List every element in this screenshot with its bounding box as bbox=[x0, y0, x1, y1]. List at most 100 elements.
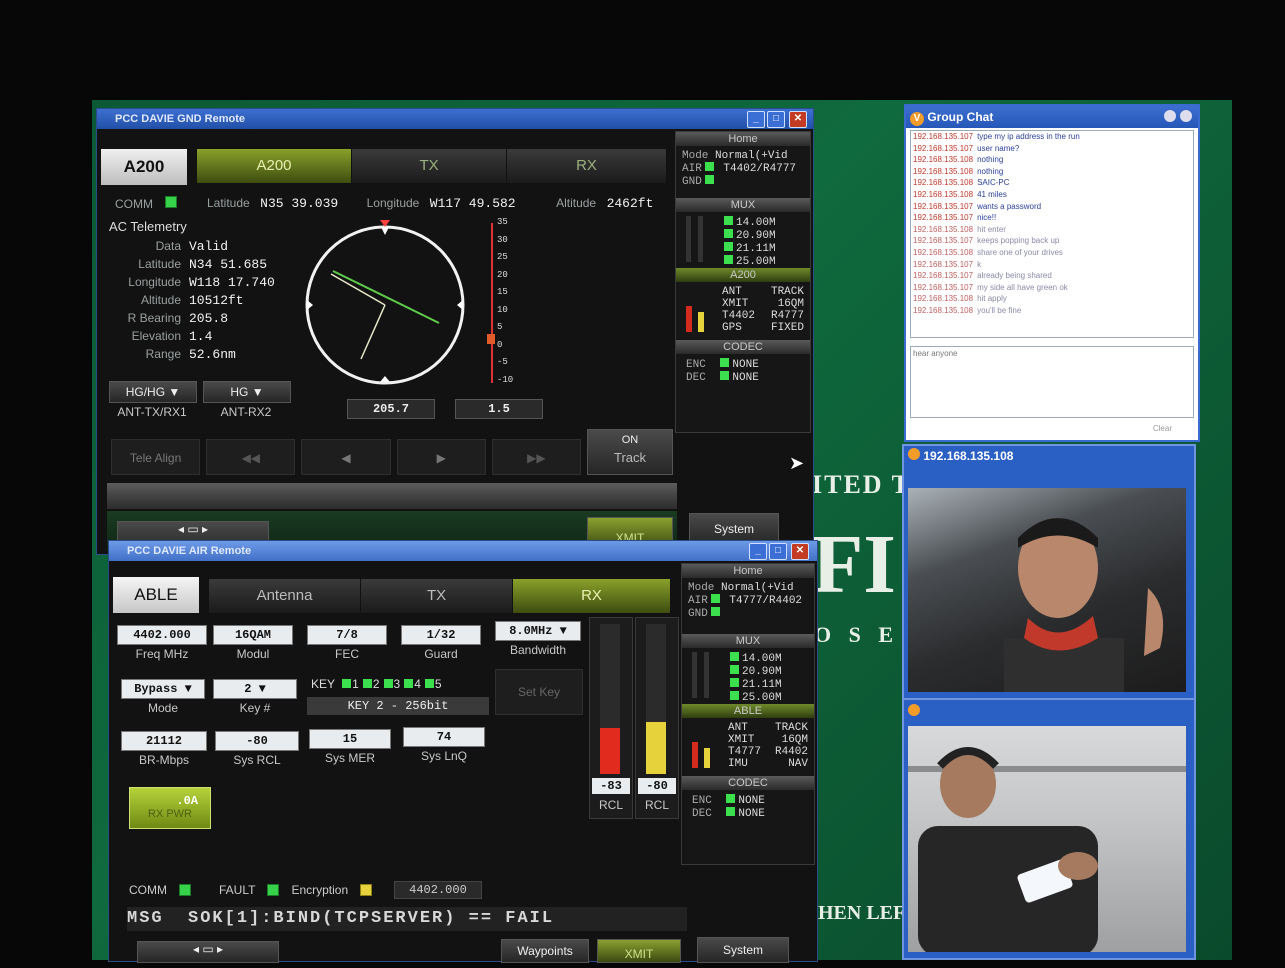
sys-mer-value: 15 bbox=[309, 729, 391, 749]
video-1-titlebar[interactable]: 192.168.135.108 bbox=[904, 446, 1194, 466]
elevation-readout: 1.5 bbox=[455, 399, 543, 419]
air-mode-block: Mode Normal(+Vid AIR T4777/R4402 GND bbox=[682, 578, 814, 624]
chat-message: 192.168.135.108 nothing bbox=[913, 166, 1191, 178]
minimize-button[interactable]: _ bbox=[747, 111, 765, 128]
gnd-position-readout: Latitude N35 39.039 Longitude W117 49.58… bbox=[207, 194, 653, 212]
tab-a200[interactable]: A200 bbox=[197, 149, 353, 183]
bandwidth-select[interactable]: 8.0MHz ▼ bbox=[495, 621, 581, 641]
video-2-titlebar[interactable] bbox=[904, 700, 1194, 720]
chat-message: 192.168.135.107 nice!! bbox=[913, 212, 1191, 224]
key-slot-led-icon[interactable] bbox=[404, 679, 414, 688]
chat-text: already being shared bbox=[977, 271, 1052, 281]
maximize-button[interactable]: □ bbox=[769, 543, 787, 560]
ant-tx-select[interactable]: HG/HG ▼ bbox=[109, 381, 197, 403]
modul-control: 16QAM Modul bbox=[213, 625, 293, 661]
key-number-select[interactable]: 2 ▼ bbox=[213, 679, 297, 699]
key-slot-number: 2 bbox=[372, 677, 380, 691]
air-codec-header: CODEC bbox=[682, 776, 814, 790]
level-meter-yellow bbox=[704, 748, 710, 768]
dec-led-icon bbox=[726, 807, 736, 816]
clear-button[interactable]: Clear bbox=[1153, 424, 1172, 433]
ant-rx-select[interactable]: HG ▼ bbox=[203, 381, 291, 403]
chat-text: type my ip address in the run bbox=[977, 132, 1080, 141]
minimize-button[interactable]: _ bbox=[749, 543, 767, 560]
guard-value[interactable]: 1/32 bbox=[401, 625, 481, 645]
key-slot-led-icon[interactable] bbox=[424, 679, 434, 688]
freq-input[interactable]: 4402.000 bbox=[117, 625, 207, 645]
encryption-led-icon bbox=[360, 884, 373, 896]
rcl-2-label: RCL bbox=[644, 798, 669, 812]
tab-antenna[interactable]: Antenna bbox=[209, 579, 362, 613]
bearing-readout: 205.7 bbox=[347, 399, 435, 419]
fec-label: FEC bbox=[335, 647, 359, 661]
key-slot-number: 5 bbox=[434, 677, 442, 691]
gnd-a200-header: A200 bbox=[676, 268, 810, 282]
telemetry-label: Latitude bbox=[138, 257, 181, 271]
chevron-down-icon: ▼ bbox=[184, 682, 192, 696]
video-app-icon bbox=[908, 704, 920, 716]
step-right-icon[interactable]: ▶ bbox=[396, 439, 486, 475]
br-value: 21112 bbox=[121, 731, 207, 751]
air-codec-block: ENC NONE DEC NONE bbox=[682, 790, 814, 824]
close-icon[interactable] bbox=[1180, 110, 1192, 122]
scale-tick-label: 15 bbox=[497, 287, 508, 298]
rcl-meter-1: -83 RCL bbox=[589, 617, 633, 819]
mux-meter-1 bbox=[692, 652, 697, 698]
track-on-button[interactable]: ON Track bbox=[587, 429, 673, 475]
chat-sender: 192.168.135.107 bbox=[913, 259, 974, 269]
chat-input-box[interactable]: hear anyone bbox=[910, 346, 1194, 418]
chat-text: nothing bbox=[977, 155, 1004, 165]
step-left-icon[interactable]: ◀ bbox=[301, 439, 391, 475]
mux-value: 20.90M bbox=[736, 230, 776, 242]
chat-message: 192.168.135.108 hit enter bbox=[913, 224, 1191, 236]
chat-text: user name? bbox=[977, 143, 1020, 153]
latitude-value: N35 39.039 bbox=[260, 196, 339, 211]
chat-message-log[interactable]: 192.168.135.107 type my ip address in the… bbox=[910, 130, 1194, 338]
minimize-icon[interactable] bbox=[1164, 110, 1176, 122]
mux-led-icon bbox=[724, 255, 733, 264]
mode-value: Bypass bbox=[134, 682, 178, 696]
mux-value: 25.00M bbox=[742, 692, 782, 704]
longitude-label: Longitude bbox=[366, 196, 420, 210]
tab-rx[interactable]: RX bbox=[507, 149, 668, 183]
chat-message: 192.168.135.108 SAIC-PC bbox=[913, 177, 1191, 189]
tab-tx[interactable]: TX bbox=[361, 579, 514, 613]
air-xmit-button[interactable]: XMIT bbox=[597, 939, 681, 963]
close-button[interactable]: ✕ bbox=[789, 111, 807, 128]
air-system-button[interactable]: System bbox=[697, 937, 789, 963]
tab-tx[interactable]: TX bbox=[352, 149, 508, 183]
maximize-button[interactable]: □ bbox=[767, 111, 785, 128]
set-key-button[interactable]: Set Key bbox=[495, 669, 583, 715]
mux-row: 25.00M bbox=[724, 255, 776, 268]
fast-forward-icon[interactable]: ▶▶ bbox=[491, 439, 582, 475]
freq-label: Freq MHz bbox=[135, 647, 189, 661]
mux-led-icon bbox=[730, 691, 739, 700]
chat-message: 192.168.135.108 you'll be fine bbox=[913, 305, 1191, 317]
key-slot-led-icon[interactable] bbox=[342, 679, 352, 688]
tele-align-button[interactable]: Tele Align bbox=[111, 439, 201, 475]
mode-select[interactable]: Bypass ▼ bbox=[121, 679, 205, 699]
chat-message: 192.168.135.108 hit apply bbox=[913, 293, 1191, 305]
sys-rcl-value: -80 bbox=[215, 731, 299, 751]
gnd-titlebar[interactable]: PCC DAVIE GND Remote _ □ ✕ bbox=[97, 109, 813, 129]
chat-message: 192.168.135.107 keeps popping back up bbox=[913, 235, 1191, 247]
air-title: PCC DAVIE AIR Remote bbox=[127, 545, 252, 557]
chat-text: nothing bbox=[977, 166, 1004, 176]
chat-message: 192.168.135.107 k bbox=[913, 259, 1191, 271]
telemetry-value: N34 51.685 bbox=[189, 256, 268, 272]
key-slot-led-icon[interactable] bbox=[383, 679, 393, 688]
key-slot-led-icon[interactable] bbox=[362, 679, 372, 688]
air-label: AIR bbox=[682, 163, 702, 175]
chat-sender: 192.168.135.108 bbox=[913, 294, 974, 304]
modul-value[interactable]: 16QAM bbox=[213, 625, 293, 645]
mux-row: 14.00M bbox=[724, 216, 776, 229]
tab-rx[interactable]: RX bbox=[513, 579, 671, 613]
fec-value[interactable]: 7/8 bbox=[307, 625, 387, 645]
close-button[interactable]: ✕ bbox=[791, 543, 809, 560]
chat-titlebar[interactable]: V Group Chat bbox=[906, 106, 1198, 128]
level-meter-red bbox=[686, 306, 692, 332]
waypoints-button[interactable]: Waypoints bbox=[501, 939, 589, 963]
air-titlebar[interactable]: PCC DAVIE AIR Remote _ □ ✕ bbox=[109, 541, 817, 561]
fast-reverse-icon[interactable]: ◀◀ bbox=[206, 439, 296, 475]
gnd-mux-block: 14.00M 20.90M 21.11M 25.00M bbox=[676, 212, 810, 268]
